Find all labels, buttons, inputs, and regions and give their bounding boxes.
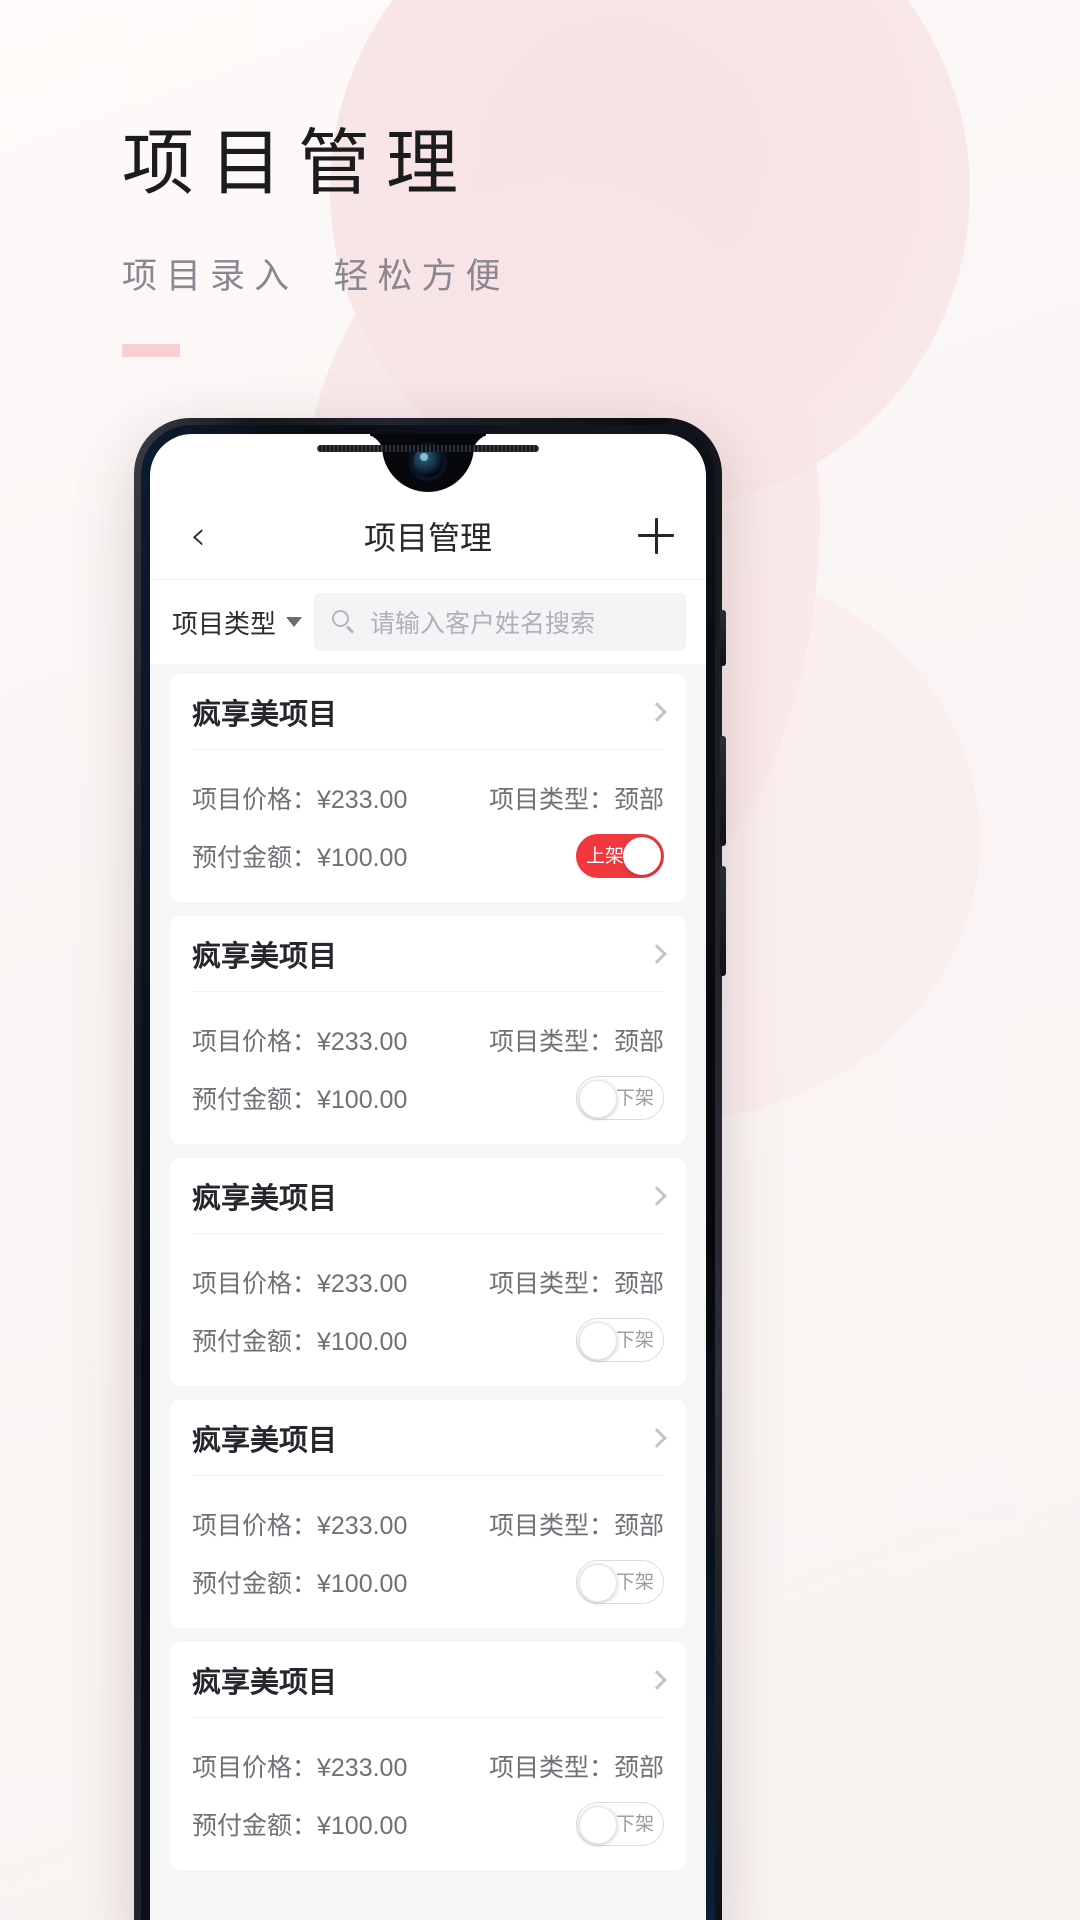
toggle-knob [579, 1564, 617, 1602]
list-item[interactable]: 疯享美项目 项目价格：¥233.00 项目类型：颈部 预付金额：¥100.00 … [170, 1400, 686, 1628]
status-toggle[interactable]: 下架 [576, 1802, 664, 1846]
card-header[interactable]: 疯享美项目 [192, 1158, 667, 1234]
app-navbar: ‹ 项目管理 [150, 492, 706, 580]
card-header[interactable]: 疯享美项目 [192, 1400, 667, 1476]
list-item[interactable]: 疯享美项目 项目价格：¥233.00 项目类型：颈部 预付金额：¥100.00 … [170, 916, 686, 1144]
project-type-dropdown[interactable]: 项目类型 [172, 604, 303, 641]
price-label-value: 项目价格：¥233.00 [192, 1028, 408, 1056]
status-toggle-label: 上架 [586, 845, 625, 867]
status-toggle[interactable]: 下架 [576, 1318, 664, 1362]
card-body: 项目价格：¥233.00 项目类型：颈部 预付金额：¥100.00 下架 [192, 1718, 664, 1870]
search-icon [332, 610, 356, 634]
plus-vertical-stroke [654, 517, 658, 554]
status-toggle[interactable]: 下架 [576, 1560, 664, 1604]
chevron-right-icon[interactable] [647, 1427, 667, 1448]
chevron-left-icon[interactable]: ‹ [176, 514, 220, 558]
status-toggle-label: 下架 [615, 1087, 654, 1109]
card-row-prepay: 预付金额：¥100.00 上架 [192, 830, 664, 882]
prepay-label-value: 预付金额：¥100.00 [192, 1086, 408, 1114]
phone-side-button-power [720, 610, 726, 666]
accent-rule [122, 344, 180, 357]
search-placeholder: 请输入客户姓名搜索 [370, 610, 596, 638]
phone-side-button-volume-down [720, 866, 726, 976]
card-body: 项目价格：¥233.00 项目类型：颈部 预付金额：¥100.00 下架 [192, 1234, 664, 1386]
card-body: 项目价格：¥233.00 项目类型：颈部 预付金额：¥100.00 下架 [192, 1476, 664, 1628]
project-name: 疯享美项目 [192, 1666, 338, 1699]
toggle-knob [579, 1806, 617, 1844]
project-name: 疯享美项目 [192, 1182, 338, 1215]
card-row-prepay: 预付金额：¥100.00 下架 [192, 1556, 664, 1608]
prepay-label-value: 预付金额：¥100.00 [192, 1328, 408, 1356]
caret-down-icon [286, 617, 303, 627]
chevron-right-icon[interactable] [647, 1185, 667, 1206]
earpiece-speaker [317, 445, 539, 452]
prepay-label-value: 预付金额：¥100.00 [192, 1570, 408, 1598]
card-row-price: 项目价格：¥233.00 项目类型：颈部 [192, 1014, 664, 1066]
card-row-prepay: 预付金额：¥100.00 下架 [192, 1072, 664, 1124]
card-body: 项目价格：¥233.00 项目类型：颈部 预付金额：¥100.00 上架 [192, 750, 664, 902]
toggle-knob [579, 1322, 617, 1360]
card-header[interactable]: 疯享美项目 [192, 674, 667, 750]
list-item[interactable]: 疯享美项目 项目价格：¥233.00 项目类型：颈部 预付金额：¥100.00 … [170, 1158, 686, 1386]
status-toggle[interactable]: 下架 [576, 1076, 664, 1120]
phone-side-button-volume-up [720, 736, 726, 846]
card-row-prepay: 预付金额：¥100.00 下架 [192, 1798, 664, 1850]
toggle-knob [623, 837, 661, 875]
filter-bar: 项目类型 请输入客户姓名搜索 [150, 580, 706, 664]
project-name: 疯享美项目 [192, 1424, 338, 1457]
price-label-value: 项目价格：¥233.00 [192, 1512, 408, 1540]
page-title: 项目管理 [122, 124, 475, 204]
chevron-right-icon[interactable] [647, 943, 667, 964]
card-header[interactable]: 疯享美项目 [192, 1642, 667, 1718]
card-row-price: 项目价格：¥233.00 项目类型：颈部 [192, 772, 664, 824]
card-header[interactable]: 疯享美项目 [192, 916, 667, 992]
price-label-value: 项目价格：¥233.00 [192, 1754, 408, 1782]
card-row-prepay: 预付金额：¥100.00 下架 [192, 1314, 664, 1366]
app-viewport: ‹ 项目管理 项目类型 请输入客户姓名搜索 疯享美项目 项目价格：¥233.00… [150, 434, 706, 1920]
type-label-value: 项目类型：颈部 [488, 786, 664, 814]
status-toggle-label: 下架 [615, 1813, 654, 1835]
page-subtitle: 项目录入 轻松方便 [122, 257, 510, 296]
status-toggle[interactable]: 上架 [576, 834, 664, 878]
type-label-value: 项目类型：颈部 [488, 1512, 664, 1540]
list-item[interactable]: 疯享美项目 项目价格：¥233.00 项目类型：颈部 预付金额：¥100.00 … [170, 674, 686, 902]
search-box[interactable]: 请输入客户姓名搜索 [314, 593, 686, 651]
type-label-value: 项目类型：颈部 [488, 1270, 664, 1298]
toggle-knob [579, 1080, 617, 1118]
project-name: 疯享美项目 [192, 940, 338, 973]
phone-screen: ‹ 项目管理 项目类型 请输入客户姓名搜索 疯享美项目 项目价格：¥233.00… [150, 434, 706, 1920]
price-label-value: 项目价格：¥233.00 [192, 786, 408, 814]
project-type-label: 项目类型 [172, 608, 277, 639]
navbar-title: 项目管理 [363, 519, 492, 556]
hero-block: 项目管理 项目录入 轻松方便 [122, 128, 510, 357]
card-row-price: 项目价格：¥233.00 项目类型：颈部 [192, 1256, 664, 1308]
card-row-price: 项目价格：¥233.00 项目类型：颈部 [192, 1498, 664, 1550]
list-item[interactable]: 疯享美项目 项目价格：¥233.00 项目类型：颈部 预付金额：¥100.00 … [170, 1642, 686, 1870]
status-toggle-label: 下架 [615, 1329, 654, 1351]
project-list[interactable]: 疯享美项目 项目价格：¥233.00 项目类型：颈部 预付金额：¥100.00 … [150, 664, 706, 1920]
type-label-value: 项目类型：颈部 [488, 1028, 664, 1056]
plus-icon[interactable] [632, 512, 680, 560]
chevron-right-icon[interactable] [647, 701, 667, 722]
card-row-price: 项目价格：¥233.00 项目类型：颈部 [192, 1740, 664, 1792]
status-toggle-label: 下架 [615, 1571, 654, 1593]
card-body: 项目价格：¥233.00 项目类型：颈部 预付金额：¥100.00 下架 [192, 992, 664, 1144]
type-label-value: 项目类型：颈部 [488, 1754, 664, 1782]
project-name: 疯享美项目 [192, 698, 338, 731]
chevron-right-icon[interactable] [647, 1669, 667, 1690]
prepay-label-value: 预付金额：¥100.00 [192, 1812, 408, 1840]
prepay-label-value: 预付金额：¥100.00 [192, 844, 408, 872]
price-label-value: 项目价格：¥233.00 [192, 1270, 408, 1298]
phone-mockup: ‹ 项目管理 项目类型 请输入客户姓名搜索 疯享美项目 项目价格：¥233.00… [134, 418, 726, 1920]
